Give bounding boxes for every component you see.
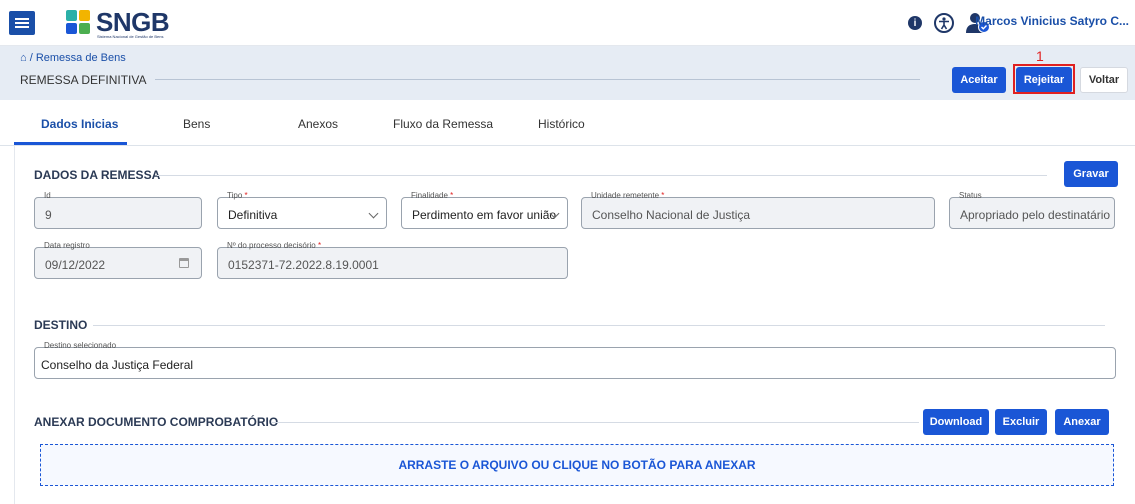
tab-fluxo-remessa[interactable]: Fluxo da Remessa [393, 117, 493, 131]
section-title-destino: DESTINO [34, 318, 88, 332]
id-field: Id 9 [34, 191, 202, 229]
breadcrumb-item[interactable]: / Remessa de Bens [30, 52, 126, 64]
status-field: Status Apropriado pelo destinatário [949, 191, 1115, 229]
accessibility-icon[interactable] [934, 13, 954, 33]
brand-subtitle: Sistema Nacional de Gestão de Bens [97, 34, 164, 39]
finalidade-select[interactable]: Finalidade * Perdimento em favor união [401, 191, 568, 229]
finalidade-label-text: Finalidade [411, 191, 448, 200]
file-dropzone[interactable]: ARRASTE O ARQUIVO OU CLIQUE NO BOTÃO PAR… [40, 444, 1114, 486]
section-divider [271, 422, 919, 423]
tipo-label: Tipo * [224, 191, 251, 200]
destino-field[interactable]: Destino selecionado Conselho da Justiça … [34, 341, 1116, 379]
id-label: Id [41, 191, 54, 200]
back-button[interactable]: Voltar [1080, 67, 1128, 93]
destino-label: Destino selecionado [41, 341, 120, 350]
tipo-label-text: Tipo [227, 191, 243, 200]
active-tab-indicator [14, 142, 127, 145]
tab-bar: Dados Inicias Bens Anexos Fluxo da Remes… [0, 100, 1135, 146]
tab-bens[interactable]: Bens [183, 117, 210, 131]
data-registro-field: Data registro 09/12/2022 [34, 241, 202, 279]
annotation-number: 1 [1036, 48, 1044, 64]
unidade-label: Unidade remetente * [588, 191, 668, 200]
download-button[interactable]: Download [923, 409, 989, 435]
logo-mark-icon [66, 10, 92, 36]
tipo-select[interactable]: Tipo * Definitiva [217, 191, 387, 229]
tipo-value: Definitiva [228, 208, 278, 222]
accept-button[interactable]: Aceitar [952, 67, 1006, 93]
status-label: Status [956, 191, 985, 200]
status-value: Apropriado pelo destinatário [960, 208, 1111, 222]
section-divider [157, 175, 1047, 176]
main-content: DADOS DA REMESSA Gravar Id 9 Tipo * Defi… [14, 146, 1135, 504]
data-registro-value: 09/12/2022 [45, 258, 106, 272]
section-title-anexar: ANEXAR DOCUMENTO COMPROBATÓRIO [34, 415, 279, 429]
required-mark: * [450, 191, 454, 200]
data-registro-label: Data registro [41, 241, 93, 250]
required-mark: * [244, 191, 248, 200]
home-icon[interactable]: ⌂ [20, 52, 27, 64]
accessibility-figure-icon [939, 17, 949, 30]
section-divider [93, 325, 1105, 326]
calendar-icon [179, 258, 189, 268]
unidade-value: Conselho Nacional de Justiça [592, 208, 751, 222]
required-mark: * [661, 191, 665, 200]
finalidade-value: Perdimento em favor união [412, 208, 557, 222]
user-name[interactable]: Marcos Vinicius Satyro C... [975, 14, 1129, 28]
required-mark: * [317, 241, 322, 250]
delete-button[interactable]: Excluir [995, 409, 1047, 435]
id-value: 9 [45, 208, 52, 222]
destino-value: Conselho da Justiça Federal [41, 358, 194, 372]
unidade-remetente-field: Unidade remetente * Conselho Nacional de… [581, 191, 935, 229]
processo-field: Nº do processo decisório * 0152371-72.20… [217, 241, 568, 279]
breadcrumb[interactable]: ⌂ / Remessa de Bens [20, 52, 126, 64]
chevron-down-icon [368, 208, 379, 219]
top-bar: SNGB Sistema Nacional de Gestão de Bens … [0, 0, 1135, 46]
title-divider [155, 79, 920, 80]
unidade-label-text: Unidade remetente [591, 191, 660, 200]
save-button[interactable]: Gravar [1064, 161, 1118, 187]
processo-value: 0152371-72.2022.8.19.0001 [228, 258, 379, 272]
processo-label: Nº do processo decisório * [224, 241, 325, 250]
page-title: REMESSA DEFINITIVA [20, 73, 147, 87]
hamburger-menu-icon[interactable] [9, 11, 35, 35]
attach-button[interactable]: Anexar [1055, 409, 1109, 435]
info-icon[interactable]: i [908, 16, 922, 30]
tab-dados-iniciais[interactable]: Dados Inicias [41, 117, 118, 131]
tab-anexos[interactable]: Anexos [298, 117, 338, 131]
tab-historico[interactable]: Histórico [538, 117, 585, 131]
annotation-highlight [1013, 64, 1075, 94]
processo-label-text: Nº do processo decisório [227, 241, 316, 250]
section-title-remessa: DADOS DA REMESSA [34, 168, 161, 182]
finalidade-label: Finalidade * [408, 191, 457, 200]
